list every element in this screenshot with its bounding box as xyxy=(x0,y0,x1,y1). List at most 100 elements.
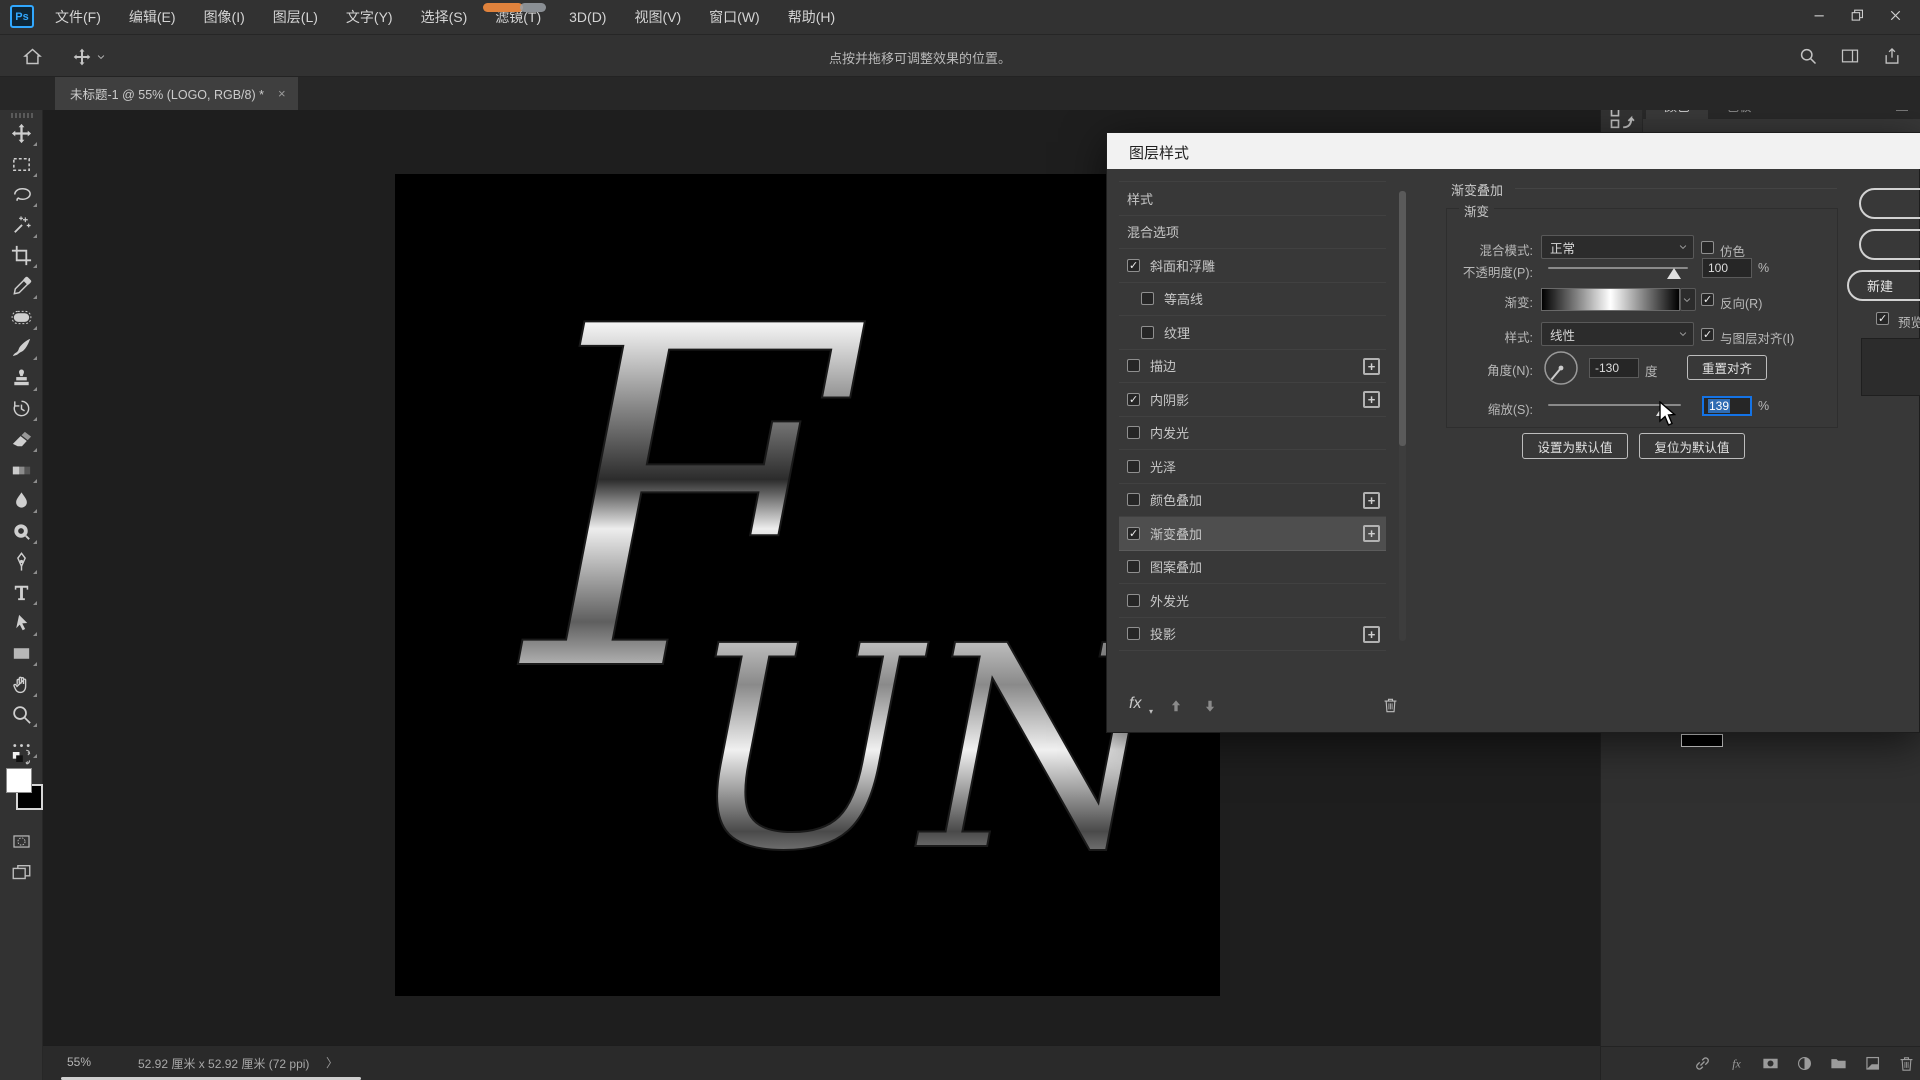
dodge-tool[interactable] xyxy=(10,520,33,543)
dither-checkbox[interactable] xyxy=(1701,241,1714,254)
color-swatch[interactable] xyxy=(1681,734,1723,747)
tab-close-icon[interactable]: × xyxy=(278,86,286,101)
style-list-item[interactable]: 外发光 xyxy=(1119,584,1386,618)
toolbar-grip[interactable] xyxy=(11,113,33,118)
style-list-item[interactable]: 描边+ xyxy=(1119,350,1386,384)
style-checkbox[interactable] xyxy=(1127,560,1140,573)
gradient-preview[interactable] xyxy=(1541,288,1680,311)
angle-field[interactable]: -130 xyxy=(1589,358,1639,378)
move-tool[interactable] xyxy=(10,122,33,145)
set-default-button[interactable]: 设置为默认值 xyxy=(1522,433,1628,459)
type-tool[interactable] xyxy=(10,581,33,604)
style-checkbox[interactable] xyxy=(1141,292,1154,305)
cancel-button[interactable] xyxy=(1859,229,1920,260)
foreground-color-swatch[interactable] xyxy=(6,768,32,793)
history-brush-tool[interactable] xyxy=(10,397,33,420)
magic-wand-tool[interactable] xyxy=(10,214,33,237)
menu-item[interactable]: 文件(F) xyxy=(55,7,101,27)
add-effect-icon[interactable]: + xyxy=(1363,358,1380,375)
style-checkbox[interactable] xyxy=(1127,426,1140,439)
pen-tool[interactable] xyxy=(10,550,33,573)
opacity-slider-thumb[interactable] xyxy=(1667,268,1681,279)
blur-tool[interactable] xyxy=(10,489,33,512)
screen-mode-icon[interactable] xyxy=(9,862,34,884)
lasso-tool[interactable] xyxy=(10,183,33,206)
clone-stamp-tool[interactable] xyxy=(10,367,33,390)
style-dropdown[interactable]: 线性 xyxy=(1541,322,1694,346)
menu-item[interactable]: 文字(Y) xyxy=(346,7,393,27)
add-effect-icon[interactable]: + xyxy=(1363,626,1380,643)
style-list-item[interactable]: 混合选项 xyxy=(1119,216,1386,250)
swap-colors-icon[interactable] xyxy=(4,747,40,767)
zoom-level-field[interactable]: 55% xyxy=(67,1055,91,1069)
style-list-scrollbar[interactable] xyxy=(1399,191,1406,641)
minimize-window-icon[interactable] xyxy=(1800,0,1838,30)
align-with-layer-checkbox[interactable] xyxy=(1701,328,1714,341)
move-tool-icon[interactable] xyxy=(72,47,92,67)
style-checkbox[interactable] xyxy=(1127,493,1140,506)
style-list-item[interactable]: 纹理 xyxy=(1119,316,1386,350)
delete-icon[interactable] xyxy=(1897,1054,1916,1073)
move-effect-down-icon[interactable] xyxy=(1201,697,1219,715)
style-checkbox[interactable] xyxy=(1127,627,1140,640)
reset-default-button[interactable]: 复位为默认值 xyxy=(1639,433,1745,459)
angle-dial[interactable] xyxy=(1541,348,1581,388)
eyedropper-tool[interactable] xyxy=(10,275,33,298)
group-folder-icon[interactable] xyxy=(1829,1054,1848,1073)
document-tab[interactable]: 未标题-1 @ 55% (LOGO, RGB/8) * × xyxy=(55,77,298,110)
workspace-layout-icon[interactable] xyxy=(1840,46,1860,66)
gradient-picker-chevron[interactable] xyxy=(1680,288,1696,311)
marquee-tool[interactable] xyxy=(10,153,33,176)
style-list-item[interactable]: 颜色叠加+ xyxy=(1119,484,1386,518)
menu-item[interactable]: 帮助(H) xyxy=(788,7,835,27)
zoom-tool[interactable] xyxy=(10,703,33,726)
add-effect-icon[interactable]: + xyxy=(1363,391,1380,408)
reset-align-button[interactable]: 重置对齐 xyxy=(1687,355,1767,380)
home-icon[interactable] xyxy=(22,46,43,67)
link-icon[interactable] xyxy=(1693,1054,1712,1073)
new-layer-icon[interactable] xyxy=(1863,1054,1882,1073)
style-checkbox[interactable] xyxy=(1127,460,1140,473)
menu-item[interactable]: 图像(I) xyxy=(204,7,245,27)
healing-brush-tool[interactable] xyxy=(10,306,33,329)
reverse-checkbox[interactable] xyxy=(1701,293,1714,306)
style-checkbox[interactable] xyxy=(1127,594,1140,607)
style-checkbox[interactable] xyxy=(1127,359,1140,372)
delete-effect-icon[interactable] xyxy=(1381,695,1400,715)
fx-icon[interactable]: fx xyxy=(1727,1054,1746,1073)
status-chevron-icon[interactable]: 〉 xyxy=(326,1054,338,1071)
crop-tool[interactable] xyxy=(10,244,33,267)
style-checkbox[interactable] xyxy=(1127,259,1140,272)
style-list-item[interactable]: 投影+ xyxy=(1119,618,1386,652)
hand-tool[interactable] xyxy=(10,673,33,696)
preview-checkbox[interactable] xyxy=(1876,312,1889,325)
share-icon[interactable] xyxy=(1882,46,1902,66)
style-list-item[interactable]: 内阴影+ xyxy=(1119,383,1386,417)
dialog-title-bar[interactable]: 图层样式 xyxy=(1107,133,1920,169)
restore-window-icon[interactable] xyxy=(1838,0,1876,30)
style-list-item[interactable]: 等高线 xyxy=(1119,283,1386,317)
style-list-item[interactable]: 渐变叠加+ xyxy=(1119,517,1386,551)
layer-mask-icon[interactable] xyxy=(1761,1054,1780,1073)
document-image[interactable]: F UN xyxy=(395,174,1220,996)
menu-item[interactable]: 编辑(E) xyxy=(129,7,176,27)
style-list-item[interactable]: 内发光 xyxy=(1119,417,1386,451)
chevron-down-icon[interactable] xyxy=(96,52,106,62)
style-list-item[interactable]: 光泽 xyxy=(1119,450,1386,484)
style-checkbox[interactable] xyxy=(1127,527,1140,540)
eraser-tool[interactable] xyxy=(10,428,33,451)
ok-button[interactable] xyxy=(1859,188,1920,219)
close-window-icon[interactable] xyxy=(1876,0,1914,30)
opacity-field[interactable]: 100 xyxy=(1702,258,1752,278)
menu-item[interactable]: 图层(L) xyxy=(273,7,318,27)
style-list-item[interactable]: 样式 xyxy=(1119,182,1386,216)
blend-mode-dropdown[interactable]: 正常 xyxy=(1541,235,1694,259)
scale-field[interactable]: 139 xyxy=(1702,396,1752,416)
fx-menu-button[interactable]: fx xyxy=(1129,695,1141,713)
search-icon[interactable] xyxy=(1798,46,1818,66)
menu-item[interactable]: 选择(S) xyxy=(421,7,468,27)
menu-item[interactable]: 视图(V) xyxy=(634,7,681,27)
style-checkbox[interactable] xyxy=(1141,326,1154,339)
add-effect-icon[interactable]: + xyxy=(1363,492,1380,509)
adjustment-icon[interactable] xyxy=(1795,1054,1814,1073)
